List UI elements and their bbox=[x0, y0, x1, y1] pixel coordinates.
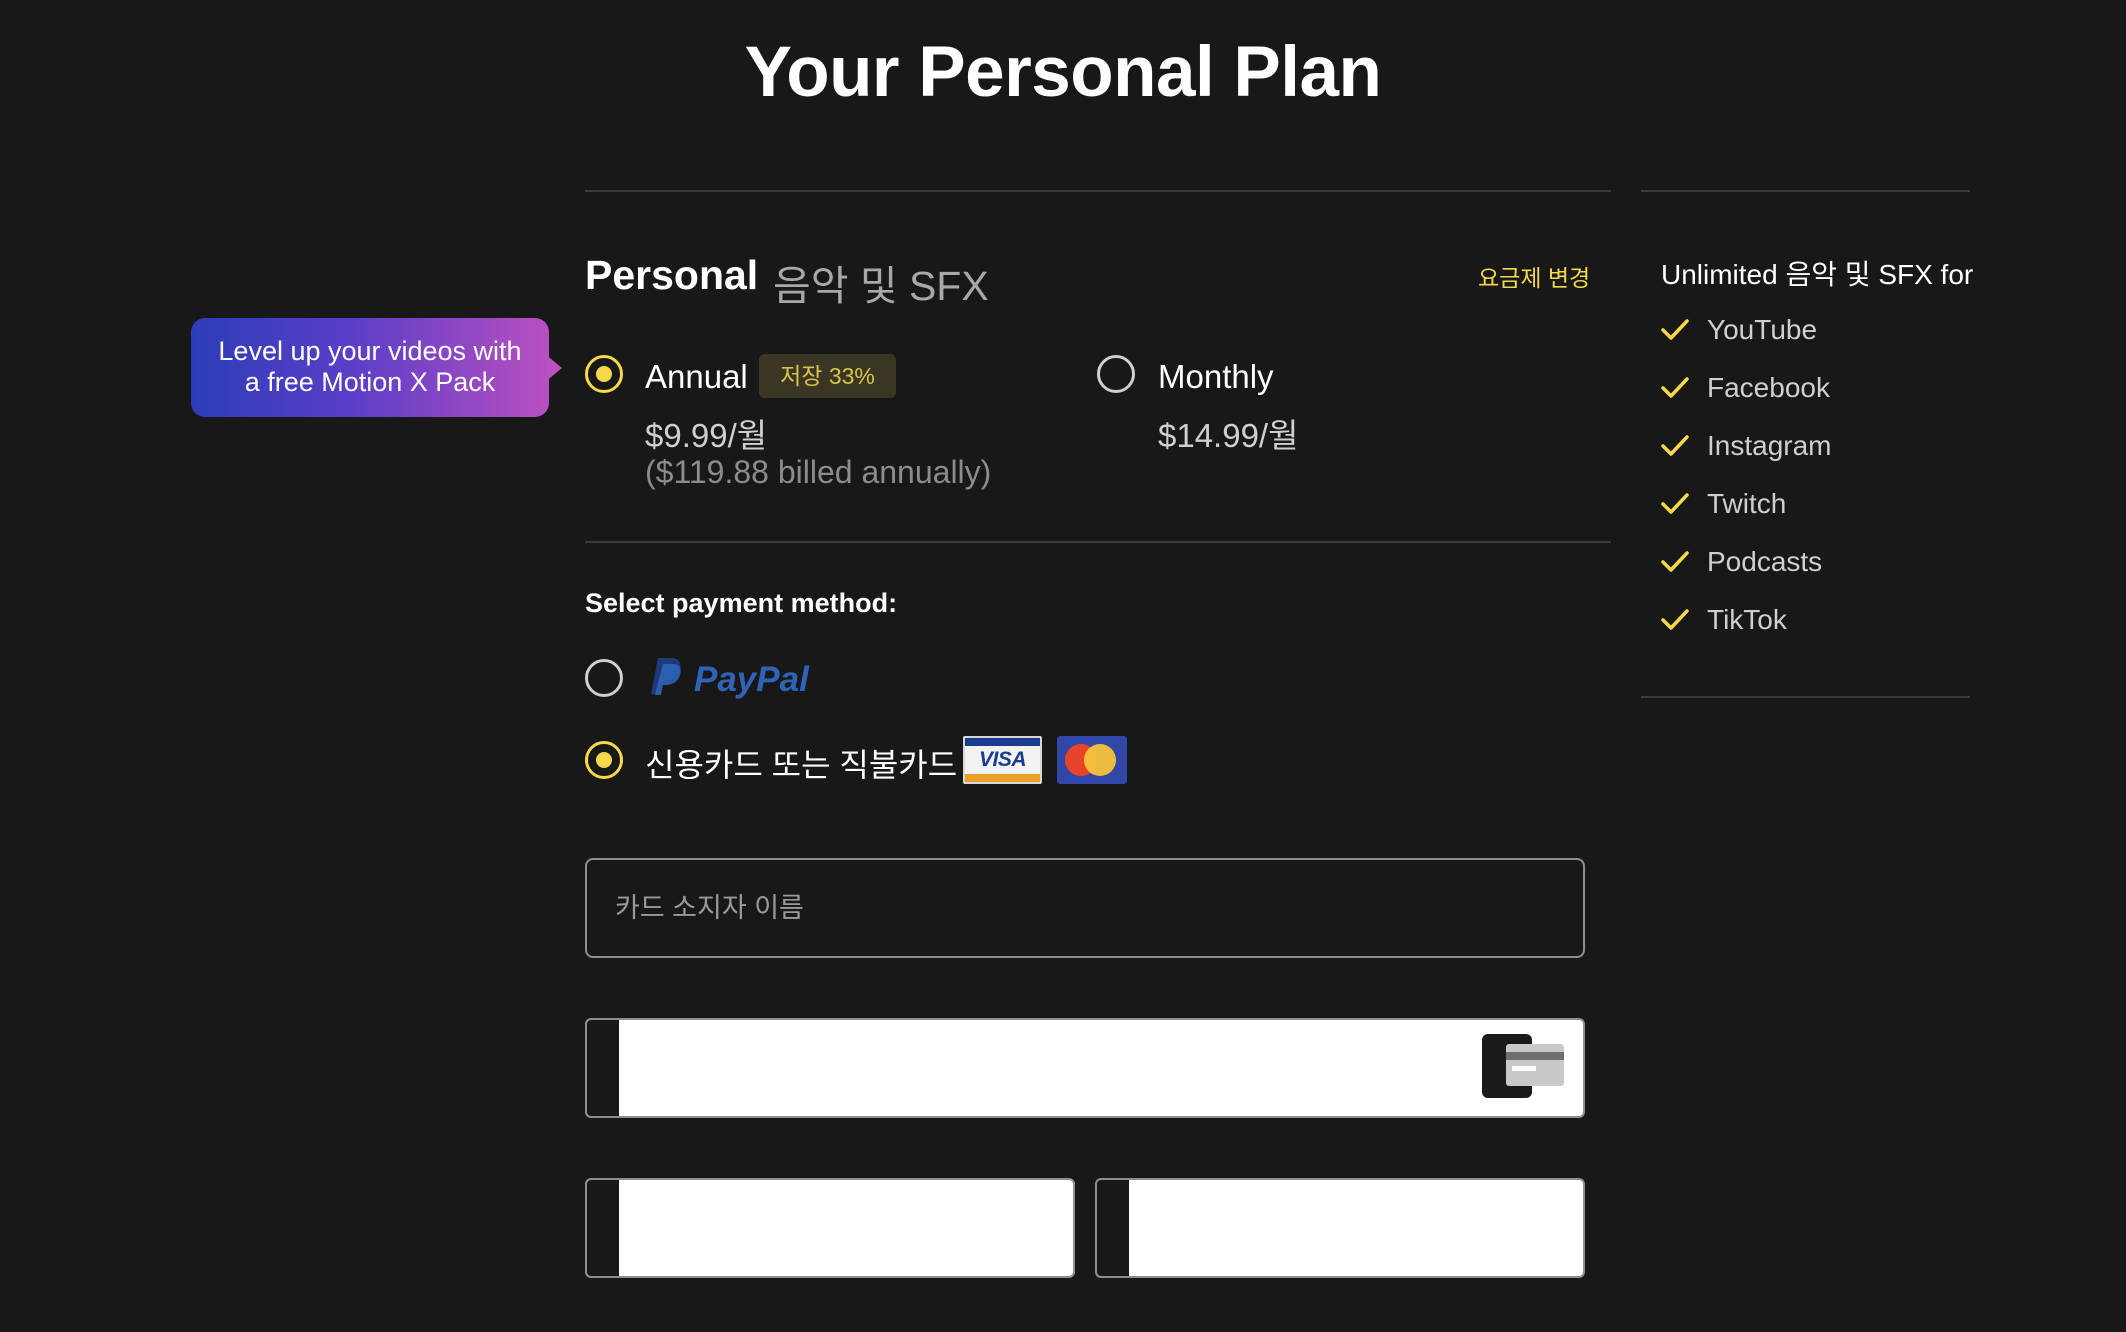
card-number-field[interactable] bbox=[585, 1018, 1585, 1118]
annual-billed-note: ($119.88 billed annually) bbox=[645, 454, 992, 490]
promo-bubble: Level up your videos with a free Motion … bbox=[191, 318, 549, 417]
monthly-price: $14.99/월 bbox=[1158, 417, 1299, 454]
paypal-wordmark[interactable]: PayPal bbox=[694, 660, 809, 700]
cvc-field[interactable] bbox=[1095, 1178, 1585, 1278]
divider-plan-bottom bbox=[585, 541, 1611, 543]
feature-label: Twitch bbox=[1707, 488, 1787, 519]
divider-features-bottom bbox=[1641, 696, 1970, 698]
check-icon bbox=[1661, 435, 1689, 456]
check-icon bbox=[1661, 319, 1689, 340]
annual-price: $9.99/월 bbox=[645, 417, 768, 454]
page-title: Your Personal Plan bbox=[744, 33, 1382, 112]
payment-method-label: Select payment method: bbox=[585, 588, 898, 618]
card-method-label[interactable]: 신용카드 또는 직불카드 bbox=[645, 740, 957, 786]
annual-radio[interactable] bbox=[585, 355, 623, 393]
check-icon bbox=[1661, 609, 1689, 630]
card-radio[interactable] bbox=[585, 741, 623, 779]
check-icon bbox=[1661, 551, 1689, 572]
check-icon bbox=[1661, 377, 1689, 398]
mastercard-logo-icon bbox=[1057, 736, 1127, 784]
savings-badge: 저장 33% bbox=[759, 354, 896, 398]
feature-label: Facebook bbox=[1707, 372, 1830, 403]
plan-name: Personal bbox=[585, 252, 759, 298]
promo-bubble-tail bbox=[545, 354, 562, 382]
feature-label: Podcasts bbox=[1707, 546, 1823, 577]
paypal-logo-icon bbox=[651, 658, 681, 695]
feature-label: Instagram bbox=[1707, 430, 1832, 461]
expiry-date-field[interactable] bbox=[585, 1178, 1075, 1278]
paypal-radio[interactable] bbox=[585, 659, 623, 697]
annual-label[interactable]: Annual bbox=[645, 358, 748, 396]
divider-top-main bbox=[585, 190, 1611, 192]
feature-label: TikTok bbox=[1707, 604, 1787, 635]
plan-subtitle: 음악 및 SFX bbox=[773, 263, 989, 309]
divider-top-features bbox=[1641, 190, 1970, 192]
promo-line-2: a free Motion X Pack bbox=[244, 367, 496, 397]
monthly-label[interactable]: Monthly bbox=[1158, 358, 1274, 396]
feature-label: YouTube bbox=[1707, 314, 1818, 345]
check-icon bbox=[1661, 493, 1689, 514]
change-plan-link[interactable]: 요금제 변경 bbox=[1478, 259, 1590, 293]
features-title: Unlimited 음악 및 SFX for bbox=[1661, 259, 1974, 290]
cardholder-name-input[interactable] bbox=[585, 858, 1585, 958]
monthly-radio[interactable] bbox=[1097, 355, 1135, 393]
credit-card-icon bbox=[1482, 1034, 1564, 1098]
visa-logo-icon: VISA bbox=[963, 736, 1042, 784]
visa-logo-text: VISA bbox=[978, 748, 1027, 771]
promo-line-1: Level up your videos with bbox=[218, 336, 522, 366]
